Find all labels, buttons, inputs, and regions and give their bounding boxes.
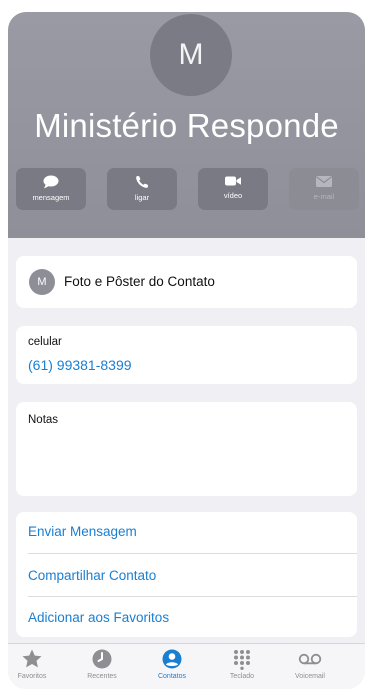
email-button-label: e-mail (313, 192, 335, 201)
call-button-label: ligar (134, 193, 150, 202)
notes-card[interactable]: Notas (16, 402, 357, 496)
poster-avatar: M (29, 269, 55, 295)
tab-keypad-label: Teclado (229, 673, 255, 680)
video-camera-icon (225, 176, 241, 186)
tab-voicemail-label: Voicemail (295, 673, 325, 680)
star-icon (22, 649, 42, 668)
add-to-favorites-link[interactable]: Adicionar aos Favoritos (28, 610, 357, 625)
clock-icon (92, 649, 112, 669)
share-contact-link[interactable]: Compartilhar Contato (28, 568, 357, 583)
tab-recents-label: Recentes (87, 673, 117, 680)
person-circle-icon (162, 649, 182, 669)
phone-type-label: celular (28, 336, 62, 348)
message-bubble-icon (43, 175, 59, 189)
send-message-link[interactable]: Enviar Mensagem (28, 524, 357, 539)
contact-card-screen: M Ministério Responde mensagem ligar víd… (8, 12, 365, 689)
tab-recents[interactable]: Recentes (72, 648, 132, 688)
divider (28, 553, 357, 554)
tab-voicemail[interactable]: Voicemail (280, 648, 340, 688)
video-button-label: vídeo (223, 191, 243, 200)
phone-number-link[interactable]: (61) 99381-8399 (28, 357, 132, 373)
notes-label: Notas (28, 414, 59, 426)
tab-contacts[interactable]: Contatos (142, 648, 202, 688)
tab-contacts-label: Contatos (157, 673, 187, 680)
message-button[interactable]: mensagem (16, 168, 86, 210)
quick-actions: mensagem ligar vídeo e-mail (16, 168, 359, 210)
call-button[interactable]: ligar (107, 168, 177, 210)
contact-poster-row[interactable]: M Foto e Pôster do Contato (16, 256, 357, 308)
poster-label: Foto e Pôster do Contato (64, 274, 215, 289)
contact-header: M Ministério Responde mensagem ligar víd… (8, 12, 365, 238)
contact-avatar[interactable]: M (150, 14, 232, 96)
tab-keypad[interactable]: Teclado (212, 648, 272, 688)
video-button[interactable]: vídeo (198, 168, 268, 210)
tab-favorites-label: Favoritos (17, 673, 47, 680)
tab-favorites[interactable]: Favoritos (8, 648, 62, 688)
phone-number-card[interactable]: celular (61) 99381-8399 (16, 326, 357, 384)
keypad-icon (234, 650, 250, 670)
voicemail-icon (298, 653, 322, 665)
poster-avatar-initial: M (37, 276, 47, 288)
phone-icon (136, 176, 148, 188)
avatar-initial: M (178, 38, 204, 71)
email-button[interactable]: e-mail (289, 168, 359, 210)
envelope-icon (316, 176, 332, 187)
contact-name: Ministério Responde (34, 107, 339, 144)
tab-bar: Favoritos Recentes Contatos Teclado Voic… (8, 643, 365, 689)
contact-actions-list: Enviar Mensagem Compartilhar Contato Adi… (16, 512, 357, 637)
divider (28, 596, 357, 597)
message-button-label: mensagem (32, 193, 70, 202)
